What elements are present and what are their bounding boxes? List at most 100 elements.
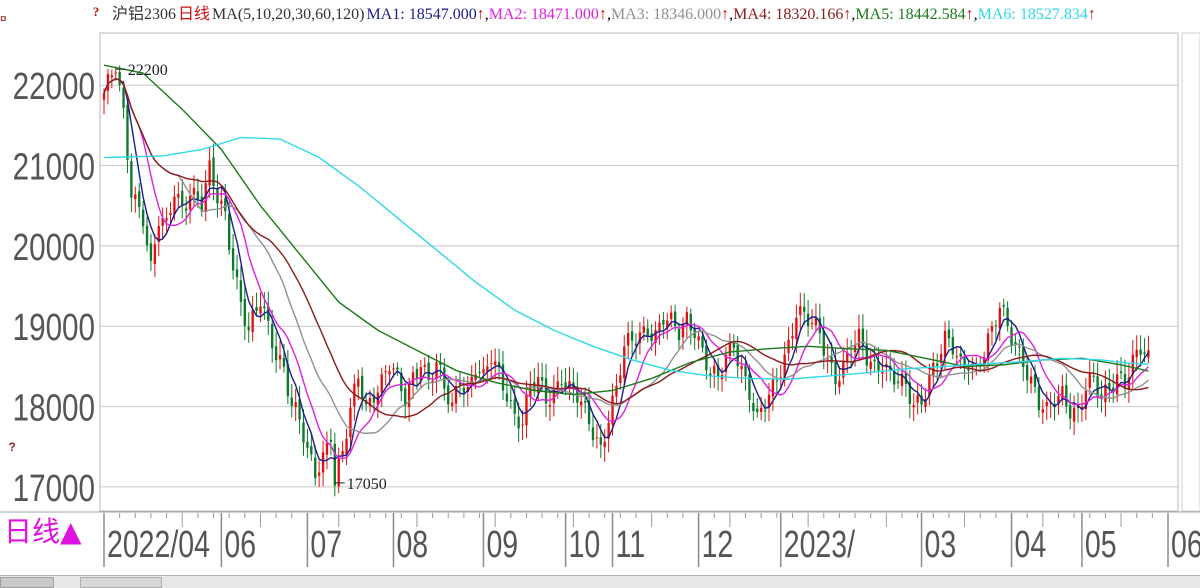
candle-body (329, 439, 333, 442)
candle-body (380, 374, 383, 393)
x-tick-label: 06 (224, 524, 256, 566)
candle-body (271, 324, 274, 349)
candle-body (251, 310, 254, 333)
candle-body (830, 356, 833, 364)
candle-body (1139, 349, 1142, 355)
candle-body (1123, 374, 1127, 388)
candle-body (595, 437, 599, 439)
candle-body (951, 337, 955, 355)
x-tick-label: 04 (1015, 524, 1047, 566)
scrollbar-left-button[interactable] (0, 577, 54, 588)
horizontal-scrollbar[interactable] (0, 575, 1200, 588)
candle-body (1092, 375, 1095, 377)
candle-body (799, 306, 802, 316)
candle-body (443, 367, 446, 389)
candle-body (646, 328, 649, 337)
candle-body (145, 225, 149, 246)
candle-body (744, 365, 747, 377)
candle-body (110, 75, 113, 78)
left-marker: ? (8, 440, 15, 454)
candle-body (478, 371, 481, 374)
candle-body (505, 393, 509, 402)
candle-body (290, 397, 293, 406)
candle-body (1131, 354, 1134, 375)
candle-body (994, 325, 998, 327)
candle-body (619, 375, 622, 384)
candle-body (317, 472, 321, 476)
candle-body (916, 395, 919, 403)
candle-body (126, 105, 129, 160)
candle-body (337, 458, 340, 487)
candle-body (310, 445, 313, 455)
candle-body (263, 306, 266, 309)
candle-body (447, 385, 450, 405)
candle-body (184, 208, 188, 211)
candle-body (533, 382, 536, 391)
candle-body (540, 377, 544, 381)
candle-body (239, 280, 243, 302)
candle-body (138, 191, 141, 208)
candle-body (822, 330, 825, 356)
candle-body (118, 71, 121, 85)
candle-body (1088, 373, 1091, 388)
scrollbar-thumb[interactable] (80, 577, 162, 588)
candle-body (361, 375, 364, 400)
candle-body (224, 198, 227, 212)
candle-body (282, 357, 286, 367)
x-tick-label: 07 (310, 524, 342, 566)
candle-body (130, 161, 133, 198)
x-tick-label: 05 (1085, 524, 1117, 566)
candle-body (302, 422, 305, 443)
x-tick-label: 10 (569, 524, 601, 566)
candle-body (274, 346, 278, 360)
candle-body (583, 400, 587, 403)
candle-body (1135, 349, 1138, 358)
period-switch-button[interactable]: 日线▲ (4, 512, 82, 552)
y-tick-label: 17000 (13, 467, 95, 509)
candle-body (141, 209, 145, 227)
candle-body (564, 382, 567, 388)
candle-body (517, 416, 520, 429)
candle-body (869, 361, 872, 369)
y-tick-label: 18000 (13, 387, 95, 429)
candle-body (1072, 407, 1076, 422)
candle-body (662, 319, 665, 325)
candle-body (838, 380, 841, 388)
candle-body (165, 218, 168, 221)
right-panel (1181, 32, 1200, 512)
candle-body (756, 408, 759, 413)
candle-body (936, 363, 939, 366)
candle-body (955, 356, 958, 358)
candle-body (1143, 352, 1146, 355)
candle-body (681, 323, 685, 338)
candle-body (450, 402, 454, 407)
candle-body (963, 357, 966, 366)
candle-body (243, 298, 246, 326)
candle-body (740, 365, 743, 370)
candle-body (1006, 307, 1009, 326)
candle-body (912, 405, 915, 408)
candle-body (153, 244, 157, 264)
candle-body (384, 371, 387, 373)
candle-body (1119, 371, 1123, 374)
candle-body (1029, 376, 1033, 384)
candle-body (791, 336, 794, 339)
candle-body (396, 367, 399, 370)
y-tick-label: 20000 (13, 226, 95, 268)
candle-body (196, 191, 200, 200)
y-tick-label: 19000 (13, 307, 95, 349)
candle-body (220, 200, 223, 204)
candle-body (810, 323, 814, 325)
candle-body (235, 269, 239, 278)
candle-body (1002, 304, 1005, 307)
candle-body (349, 407, 352, 438)
candle-body (732, 342, 735, 348)
candle-body (494, 361, 497, 366)
candle-body (314, 457, 317, 479)
candle-body (490, 363, 493, 365)
price-chart[interactable]: 17000 18000 19000 20000 21000 22000? 2022/04 06… (0, 0, 1200, 587)
candle-body (482, 369, 485, 374)
y-tick-label: 22000 (13, 66, 95, 108)
candle-body (591, 427, 595, 440)
candle-body (943, 330, 947, 358)
